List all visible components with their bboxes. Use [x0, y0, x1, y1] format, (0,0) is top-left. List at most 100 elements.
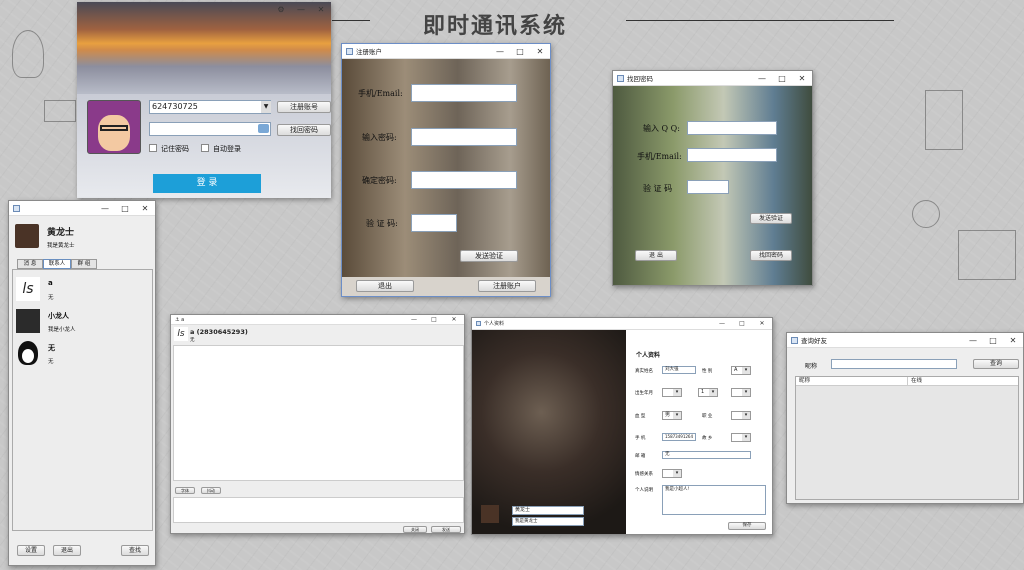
day-select[interactable]: [731, 388, 751, 397]
avatar: [16, 309, 40, 333]
exit-button[interactable]: 退出: [356, 280, 414, 292]
minimize-button[interactable]: —: [712, 318, 732, 330]
close-button[interactable]: ✕: [135, 201, 155, 216]
intro-field[interactable]: 我是小超人!: [662, 485, 766, 515]
avatar: [481, 505, 499, 523]
phone-field[interactable]: 15873491264: [662, 433, 696, 441]
profile-titlebar: 个人资料 — □ ✕: [472, 318, 772, 330]
list-item[interactable]: 无 无: [13, 339, 151, 369]
remember-label: 记住密码: [161, 145, 189, 153]
qq-input[interactable]: [687, 121, 777, 135]
recover-code-input[interactable]: [687, 180, 729, 194]
minimize-button[interactable]: —: [291, 2, 311, 17]
close-chat-button[interactable]: 关闭: [403, 526, 427, 533]
nickname-field[interactable]: 黄龙士: [512, 506, 584, 515]
register-submit-button[interactable]: 注册账户: [478, 280, 536, 292]
signature-icon: ls: [16, 277, 40, 301]
close-button[interactable]: ✕: [311, 2, 331, 17]
register-title: 注册账户: [356, 48, 382, 56]
recover-code-label: 验 证 码: [643, 184, 673, 193]
minimize-button[interactable]: —: [490, 44, 510, 59]
month-select[interactable]: 1: [698, 388, 718, 397]
tab-messages[interactable]: 消 息: [17, 259, 43, 269]
register-titlebar: 注册账户 — □ ✕: [342, 44, 550, 59]
qq-label: 输入 Q Q:: [643, 124, 680, 133]
email-input[interactable]: [411, 84, 517, 102]
query-button[interactable]: 查询: [973, 359, 1019, 369]
minimize-button[interactable]: —: [963, 333, 983, 348]
board-doodle: [958, 230, 1016, 280]
search-friend-window: 查询好友 — □ ✕ 昵称 查询 昵称 在线: [786, 332, 1024, 504]
chevron-down-icon[interactable]: ▼: [261, 101, 271, 113]
find-password-button[interactable]: 找回密码: [277, 124, 331, 136]
send-code-button[interactable]: 发送验证: [460, 250, 518, 262]
tab-contacts[interactable]: 联系人: [43, 259, 71, 269]
relationship-select[interactable]: [662, 469, 682, 478]
gear-icon[interactable]: ⚙: [271, 2, 291, 17]
auto-login-label: 自动登录: [213, 145, 241, 153]
year-select[interactable]: [662, 388, 682, 397]
email-label: 手机/Email:: [358, 89, 403, 98]
relationship-label: 情感关系: [635, 472, 653, 477]
minimize-button[interactable]: —: [95, 201, 115, 216]
gender-select[interactable]: A: [731, 366, 751, 375]
close-button[interactable]: ✕: [530, 44, 550, 59]
profile-controls: — □ ✕: [712, 318, 772, 330]
account-input[interactable]: 624730725: [149, 100, 271, 114]
close-button[interactable]: ✕: [444, 315, 464, 325]
login-button[interactable]: 登 录: [153, 174, 261, 193]
send-code-button[interactable]: 发送验证: [750, 213, 792, 224]
save-button[interactable]: 保存: [728, 522, 766, 530]
password-input[interactable]: [411, 128, 517, 146]
email-field[interactable]: 无: [662, 451, 751, 459]
close-button[interactable]: ✕: [1003, 333, 1023, 348]
send-button[interactable]: 发送: [431, 526, 461, 533]
job-select[interactable]: [731, 411, 751, 420]
list-item[interactable]: 小龙人 我是小龙人: [13, 307, 151, 337]
recover-submit-button[interactable]: 找回密码: [750, 250, 792, 261]
close-button[interactable]: ✕: [792, 71, 812, 86]
name-field[interactable]: 刘大强: [662, 366, 696, 374]
find-button[interactable]: 查找: [121, 545, 149, 556]
auto-login-checkbox[interactable]: [201, 144, 209, 152]
home-select[interactable]: [731, 433, 751, 442]
col-header-nickname[interactable]: 昵称: [796, 377, 908, 386]
close-button[interactable]: ✕: [752, 318, 772, 330]
minimize-button[interactable]: —: [752, 71, 772, 86]
profile-window: 个人资料 —□✕ 黄龙士 我是黄龙士 个人资料 真实姓名 刘大强 性 别 A 出…: [471, 317, 773, 535]
keyboard-icon[interactable]: [258, 124, 269, 133]
settings-button[interactable]: 设置: [17, 545, 45, 556]
app-icon: [617, 74, 624, 82]
minimize-button[interactable]: —: [404, 315, 424, 325]
recover-title: 找回密码: [627, 75, 653, 83]
signature-field[interactable]: 我是黄龙士: [512, 517, 584, 526]
maximize-button[interactable]: □: [772, 71, 792, 86]
phone-label: 手 机: [635, 436, 646, 441]
password-input[interactable]: [149, 122, 271, 136]
col-header-online[interactable]: 在线: [908, 377, 1018, 386]
code-input[interactable]: [411, 214, 457, 232]
message-input[interactable]: [173, 497, 464, 523]
shake-button[interactable]: 抖动: [201, 487, 221, 494]
font-button[interactable]: 字体: [175, 487, 195, 494]
blood-select[interactable]: 男: [662, 411, 682, 420]
nickname-input[interactable]: [831, 359, 957, 369]
register-window: 注册账户 — □ ✕ 手机/Email: 输入密码: 确定密码: 验 证 码: 发送…: [341, 43, 551, 297]
remember-checkbox[interactable]: [149, 144, 157, 152]
confirm-password-input[interactable]: [411, 171, 517, 189]
recover-email-input[interactable]: [687, 148, 777, 162]
register-account-button[interactable]: 注册账号: [277, 101, 331, 113]
maximize-button[interactable]: □: [983, 333, 1003, 348]
contact-sig: 无: [48, 295, 54, 301]
maximize-button[interactable]: □: [424, 315, 444, 325]
tab-groups[interactable]: 群 组: [71, 259, 97, 269]
contact-name: 无: [48, 344, 55, 352]
maximize-button[interactable]: □: [510, 44, 530, 59]
maximize-button[interactable]: □: [115, 201, 135, 216]
exit-button[interactable]: 退 出: [635, 250, 677, 261]
home-label: 故 乡: [702, 436, 713, 441]
exit-button[interactable]: 退出: [53, 545, 81, 556]
list-item[interactable]: ls a 无: [13, 275, 151, 305]
title-rule-right: [626, 20, 894, 21]
maximize-button[interactable]: □: [732, 318, 752, 330]
